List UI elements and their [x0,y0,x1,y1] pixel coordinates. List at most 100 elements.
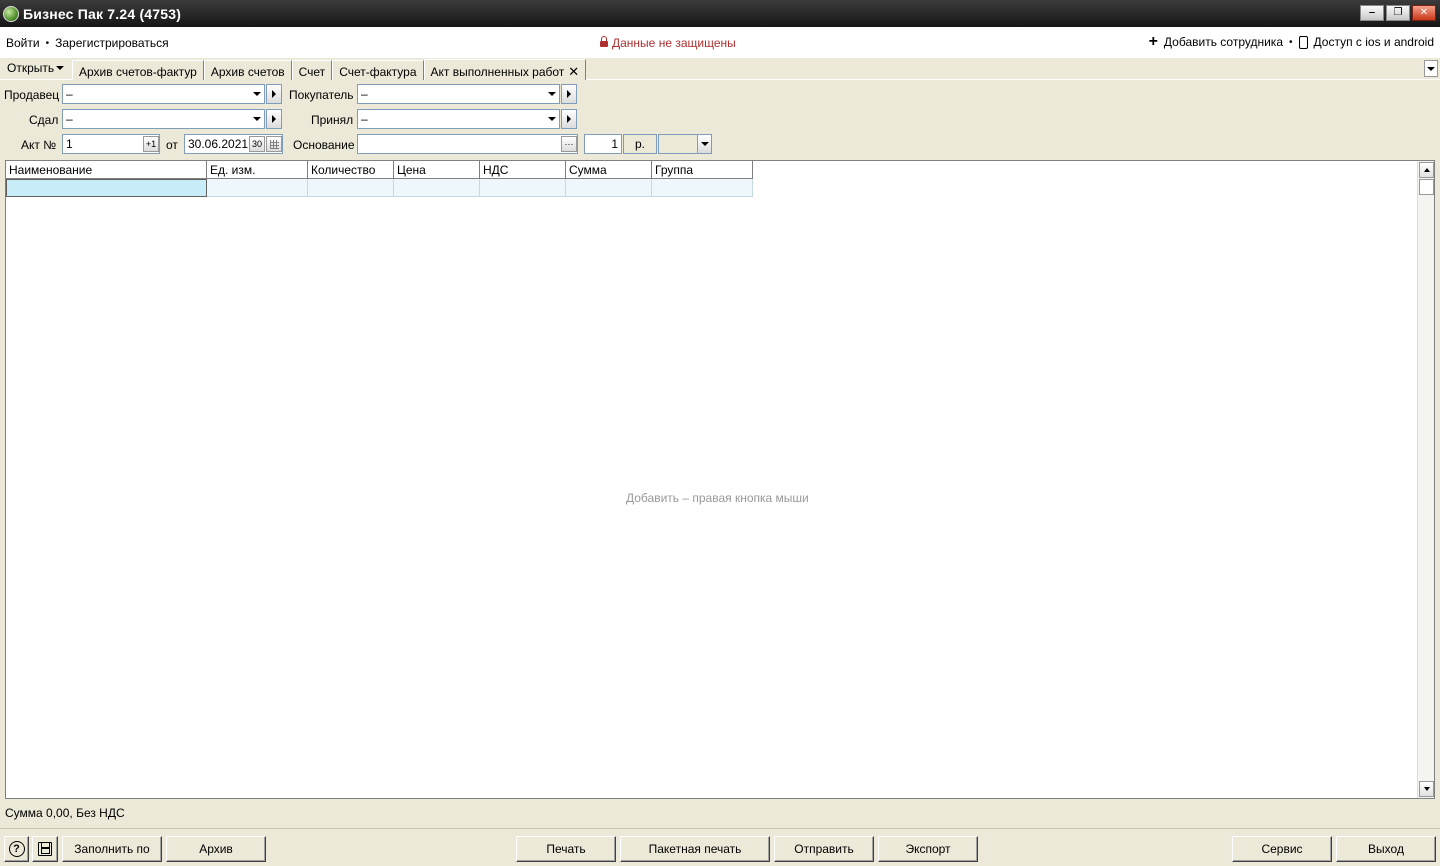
table-row[interactable] [6,179,753,197]
tab-list-dropdown[interactable] [1424,60,1438,77]
buyer-value: – [361,87,368,101]
security-status-label: Данные не защищены [612,36,736,50]
help-button[interactable]: ? [4,836,29,862]
arrow-right-icon [567,90,571,98]
arrow-right-icon [272,90,276,98]
archive-button[interactable]: Архив [166,836,266,862]
buyer-label: Покупатель [289,88,354,102]
basis-browse-button[interactable]: ··· [561,136,577,152]
tab-invoice-archive[interactable]: Архив счетов-фактур [72,60,204,80]
items-table[interactable]: Наименование Ед. изм. Количество Цена НД… [5,160,1435,799]
accepted-label: Принял [311,113,354,127]
top-menu-bar: Войти • Зарегистрироваться Данные не защ… [0,27,1440,58]
lock-icon [600,35,608,49]
register-link[interactable]: Зарегистрироваться [55,36,168,50]
handed-value: – [66,112,73,126]
batch-print-button[interactable]: Пакетная печать [620,836,770,862]
table-cell-quantity[interactable] [308,179,394,197]
seller-value: – [66,87,73,101]
print-button[interactable]: Печать [516,836,616,862]
act-number-label: Акт № [21,138,57,152]
help-icon: ? [8,841,25,857]
menu-separator: • [45,37,50,49]
add-hint-text: Добавить – правая кнопка мыши [626,491,809,505]
open-menu-button[interactable]: Открыть [7,61,65,75]
mobile-access-link[interactable]: Доступ с ios и android [1314,35,1434,49]
login-link[interactable]: Войти [6,36,40,50]
security-status[interactable]: Данные не защищены [600,35,736,50]
chevron-down-icon [1423,787,1430,791]
column-header-name[interactable]: Наименование [6,161,207,179]
document-tab-bar: Открыть Архив счетов-фактур Архив счетов… [0,58,1440,80]
arrow-right-icon [272,115,276,123]
column-header-unit[interactable]: Ед. изм. [207,161,308,179]
plus-icon: + [1148,33,1158,50]
column-header-vat[interactable]: НДС [480,161,566,179]
act-number-value: 1 [66,137,73,151]
scroll-thumb[interactable] [1419,179,1434,195]
seller-select[interactable]: – [62,84,265,104]
service-button[interactable]: Сервис [1232,836,1332,862]
mobile-phone-icon [1298,35,1308,49]
table-cell-unit[interactable] [207,179,308,197]
table-cell-vat[interactable] [480,179,566,197]
window-title: Бизнес Пак 7.24 (4753) [23,5,182,22]
table-cell-group[interactable] [652,179,753,197]
table-cell-sum[interactable] [566,179,652,197]
save-button[interactable] [32,836,58,862]
date-value: 30.06.2021 [188,137,249,151]
exit-button[interactable]: Выход [1336,836,1436,862]
accepted-open-button[interactable] [561,109,577,129]
add-employee-link[interactable]: Добавить сотрудника [1164,35,1283,49]
column-header-price[interactable]: Цена [394,161,480,179]
act-header-form: Продавец – Покупатель – Сдал – Принял – … [0,80,1440,160]
close-window-button[interactable]: ✕ [1412,5,1436,21]
send-button[interactable]: Отправить [774,836,874,862]
calendar-icon [269,139,279,149]
chevron-down-icon [1427,66,1435,71]
arrow-right-icon [567,115,571,123]
column-header-group[interactable]: Группа [652,161,753,179]
scroll-up-button[interactable] [1419,162,1434,178]
chevron-down-icon [548,117,556,121]
seller-open-button[interactable] [266,84,282,104]
buyer-open-button[interactable] [561,84,577,104]
buyer-select[interactable]: – [357,84,560,104]
column-header-quantity[interactable]: Количество [308,161,394,179]
tab-invoice[interactable]: Счет-фактура [332,60,424,80]
handed-open-button[interactable] [266,109,282,129]
increment-number-button[interactable]: +1 [143,136,159,152]
handed-select[interactable]: – [62,109,265,129]
fill-by-button[interactable]: Заполнить по [62,836,162,862]
table-cell-name[interactable] [6,179,207,197]
accepted-select[interactable]: – [357,109,560,129]
exchange-rate-value: 1 [611,137,618,151]
scroll-down-button[interactable] [1419,781,1434,797]
basis-input[interactable] [357,134,578,154]
tab-act-of-work-label: Акт выполненных работ [430,65,565,79]
exchange-rate-input[interactable]: 1 [584,134,622,154]
column-header-sum[interactable]: Сумма [566,161,652,179]
handed-label: Сдал [29,113,59,127]
floppy-disk-icon [38,842,52,856]
seller-label: Продавец [4,88,60,102]
vertical-scrollbar[interactable] [1417,161,1434,798]
tab-act-of-work[interactable]: Акт выполненных работ ✕ [423,59,587,80]
window-controls: ‒ ❐ ✕ [1360,5,1436,21]
menu-separator: • [1289,36,1293,48]
close-tab-icon[interactable]: ✕ [568,64,579,79]
total-summary: Сумма 0,00, Без НДС [5,806,125,820]
today-button[interactable]: 30 [249,136,265,152]
table-cell-price[interactable] [394,179,480,197]
tab-bill-archive[interactable]: Архив счетов [203,60,292,80]
tab-bill[interactable]: Счет [291,60,333,80]
restore-button[interactable]: ❐ [1386,5,1410,21]
title-bar: Бизнес Пак 7.24 (4753) ‒ ❐ ✕ [0,0,1440,27]
calendar-button[interactable] [266,136,282,152]
chevron-down-icon [56,66,65,70]
export-button[interactable]: Экспорт [878,836,978,862]
minimize-button[interactable]: ‒ [1360,5,1384,21]
currency-select[interactable] [658,134,712,154]
chevron-down-icon [253,92,261,96]
chevron-down-icon [253,117,261,121]
